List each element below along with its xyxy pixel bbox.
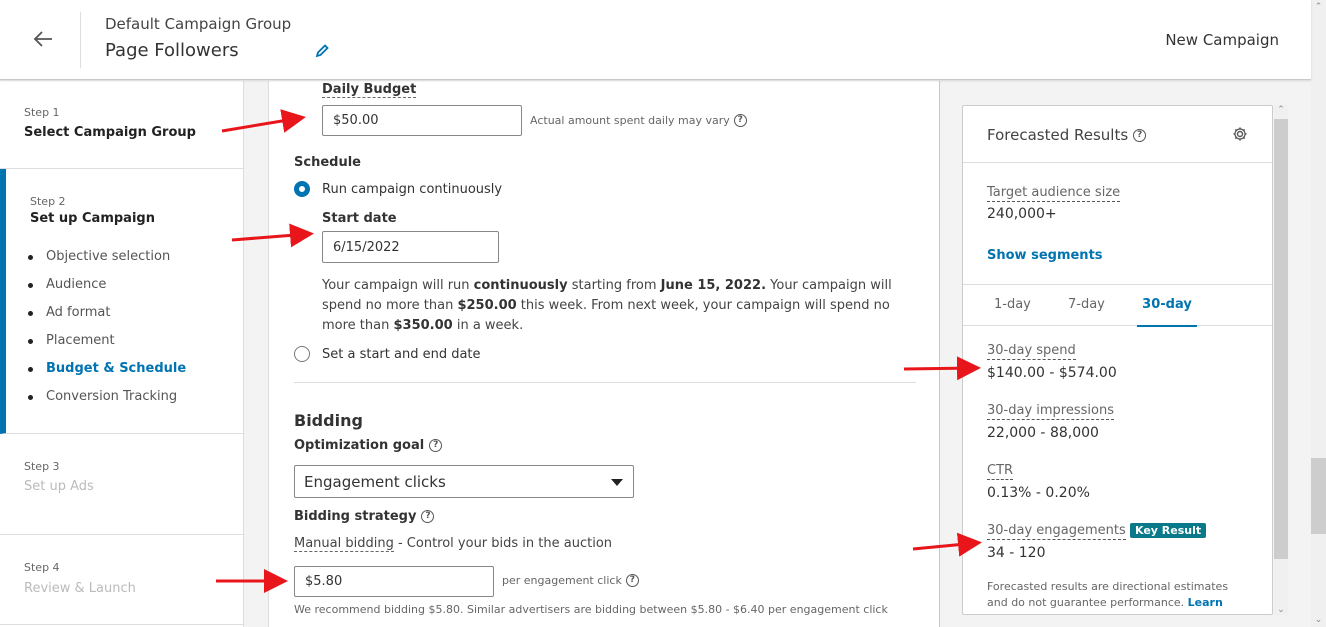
manual-bidding-link[interactable]: Manual bidding — [294, 536, 394, 552]
impressions-label[interactable]: 30-day impressions — [987, 403, 1114, 420]
page-title: New Campaign — [1165, 31, 1279, 49]
forecast-header: Forecasted Results ? — [963, 106, 1272, 163]
engagements-value: 34 - 120 — [987, 545, 1046, 561]
radio-unchecked-icon[interactable] — [294, 346, 310, 362]
help-icon[interactable]: ? — [1133, 128, 1147, 142]
daily-budget-hint: Actual amount spent daily may vary ? — [530, 114, 747, 127]
forecast-scrollbar[interactable]: ⌃ ⌄ — [1274, 105, 1288, 615]
spend-value: $140.00 - $574.00 — [987, 365, 1117, 381]
daily-budget-label: Daily Budget — [322, 82, 417, 98]
substep-list: Objective selection Audience Ad format P… — [24, 249, 186, 417]
step-name: Select Campaign Group — [24, 125, 196, 140]
schedule-label: Schedule — [294, 155, 361, 170]
spend-label[interactable]: 30-day spend — [987, 343, 1076, 360]
audience-size-label[interactable]: Target audience size — [987, 185, 1121, 202]
substep-budget-schedule[interactable]: Budget & Schedule — [24, 361, 186, 389]
scrollbar-thumb[interactable] — [1311, 458, 1326, 534]
period-tabs: 1-day 7-day 30-day — [963, 284, 1272, 327]
back-arrow-icon[interactable] — [30, 26, 56, 52]
help-icon[interactable]: ? — [421, 510, 435, 523]
bid-recommendation: We recommend bidding $5.80. Similar adve… — [294, 603, 888, 616]
key-result-badge: Key Result — [1130, 523, 1207, 538]
scroll-up-icon[interactable]: ⌃ — [1274, 105, 1288, 115]
optimization-goal-select[interactable]: Engagement clicks — [294, 465, 634, 498]
tab-1-day[interactable]: 1-day — [994, 297, 1031, 327]
daily-budget-input[interactable]: $50.00 — [322, 105, 522, 136]
substep-audience[interactable]: Audience — [24, 277, 186, 305]
step-2[interactable]: Step 2 Set up Campaign Objective selecti… — [0, 169, 243, 434]
bidding-strategy-label: Bidding strategy — [294, 509, 417, 524]
help-icon[interactable]: ? — [625, 574, 639, 587]
bid-unit-text: per engagement click — [502, 574, 622, 587]
step-number: Step 4 — [24, 561, 60, 574]
bid-unit-hint: per engagement click ? — [502, 574, 639, 587]
scroll-down-icon[interactable]: ⌄ — [1274, 605, 1288, 615]
start-end-date-radio[interactable]: Set a start and end date — [294, 346, 481, 362]
ctr-label[interactable]: CTR — [987, 463, 1014, 480]
substep-conversion-tracking[interactable]: Conversion Tracking — [24, 389, 186, 417]
start-end-date-label: Set a start and end date — [322, 346, 481, 362]
show-segments-link[interactable]: Show segments — [987, 248, 1103, 263]
tab-30-day[interactable]: 30-day — [1137, 297, 1197, 327]
ctr-value: 0.13% - 0.20% — [987, 485, 1090, 501]
step-name: Set up Campaign — [30, 211, 155, 226]
step-1[interactable]: Step 1 Select Campaign Group — [0, 81, 243, 169]
page-scrollbar[interactable]: ⌃ ⌄ — [1311, 0, 1326, 627]
substep-objective-selection[interactable]: Objective selection — [24, 249, 186, 277]
step-name: Set up Ads — [24, 479, 94, 494]
pencil-edit-icon[interactable] — [314, 43, 330, 59]
start-date-label: Start date — [322, 211, 397, 226]
scroll-down-icon[interactable]: ⌄ — [1311, 615, 1326, 625]
header-divider — [80, 12, 81, 68]
steps-sidebar: Step 1 Select Campaign Group Step 2 Set … — [0, 81, 244, 627]
help-icon[interactable]: ? — [733, 114, 747, 127]
run-continuously-label: Run campaign continuously — [322, 181, 503, 197]
optimization-goal-label: Optimization goal — [294, 438, 425, 453]
forecast-title: Forecasted Results — [987, 126, 1129, 144]
forecast-disclaimer: Forecasted results are directional estim… — [987, 579, 1252, 614]
start-date-input[interactable]: 6/15/2022 — [322, 231, 499, 263]
help-icon[interactable]: ? — [429, 439, 443, 452]
bidding-strategy-text: Manual bidding - Control your bids in th… — [294, 536, 613, 552]
dropdown-caret-icon — [611, 479, 623, 486]
step-4: Step 4 Review & Launch — [0, 535, 243, 625]
daily-budget-hint-text: Actual amount spent daily may vary — [530, 114, 730, 127]
radio-checked-icon[interactable] — [294, 181, 310, 197]
budget-schedule-form: Daily Budget $50.00 Actual amount spent … — [268, 81, 940, 627]
impressions-value: 22,000 - 88,000 — [987, 425, 1099, 441]
step-3: Step 3 Set up Ads — [0, 434, 243, 535]
top-header: Default Campaign Group Page Followers Ne… — [0, 0, 1311, 80]
engagements-label[interactable]: 30-day engagements — [987, 523, 1126, 540]
step-number: Step 1 — [24, 106, 60, 119]
campaign-group-name: Default Campaign Group — [105, 15, 292, 33]
scroll-up-icon[interactable]: ⌃ — [1311, 2, 1326, 12]
strategy-description: - Control your bids in the auction — [393, 536, 613, 551]
optimization-goal-value: Engagement clicks — [304, 472, 446, 491]
schedule-description: Your campaign will run continuously star… — [322, 278, 892, 333]
campaign-name: Page Followers — [105, 40, 239, 61]
forecasted-results-panel: Forecasted Results ? Target audience siz… — [962, 105, 1273, 615]
section-divider — [294, 382, 916, 383]
substep-ad-format[interactable]: Ad format — [24, 305, 186, 333]
bid-amount-input[interactable]: $5.80 — [294, 566, 494, 597]
audience-size-value: 240,000+ — [987, 206, 1057, 222]
run-continuously-radio[interactable]: Run campaign continuously — [294, 181, 502, 197]
scrollbar-thumb[interactable] — [1274, 119, 1288, 559]
substep-placement[interactable]: Placement — [24, 333, 186, 361]
gear-icon[interactable] — [1232, 126, 1248, 142]
step-number: Step 3 — [24, 460, 60, 473]
step-name: Review & Launch — [24, 581, 136, 596]
bidding-title: Bidding — [294, 411, 363, 430]
tab-7-day[interactable]: 7-day — [1068, 297, 1105, 327]
step-number: Step 2 — [30, 195, 66, 208]
